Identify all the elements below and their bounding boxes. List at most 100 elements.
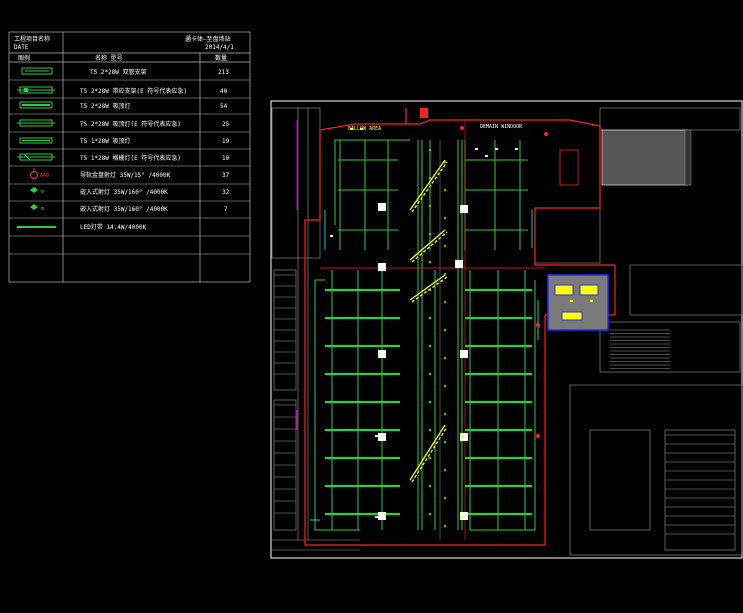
center-marker [428,204,432,208]
legend-row-5: T5 1*28W 格栅灯(E 符号代表应急) 10 [17,153,230,162]
legend-row-qty: 10 [222,155,230,162]
recessed-spot-a-icon: m [30,187,44,195]
legend-row-name: T5 1*28W 吸顶灯 [80,137,131,145]
project-label-line2: DATE [14,44,29,51]
legend-row-name: 导轨金盘射灯 35W/15° /4000K [80,171,171,179]
center-marker [443,188,447,192]
legend-row-9: LED灯带 14.4W/4000K [17,223,147,231]
center-marker [443,328,447,332]
cyan-lines [310,210,539,521]
project-name: 通卡体—至盘场站 [185,35,231,43]
legend-row-qty: 25 [222,121,230,128]
recessed-spot-a-tag: m [41,189,44,195]
top-right-hatched-room [601,129,692,186]
lighting-fixtures [314,139,536,531]
floor-plan-svg: DEMAIN WINDOOR FALLOW AREA [270,100,743,559]
column [378,350,386,358]
floor-plan: DEMAIN WINDOOR FALLOW AREA [270,100,743,560]
recessed-spot-b-tag: m [41,206,44,212]
legend-row-name: T5 2*28W 吸顶灯(E 符号代表应急) [80,120,181,128]
legend-row-8: m 嵌入式射灯 35W/160° /4000K 7 [30,204,228,213]
column [378,433,386,441]
legend-row-qty: 213 [218,69,229,76]
plan-label-left: FALLOW AREA [348,126,381,132]
center-marker [443,272,447,276]
accent-fixture [570,300,573,302]
t5-double-fixture-icon [21,67,53,75]
column [378,203,386,211]
center-marker [428,372,432,376]
accent-fixture [590,300,593,302]
legend-row-name: T5 2*28W 带应支架(E 符号代表应急) [80,87,187,95]
column [460,350,468,358]
center-marker [428,428,432,432]
legend-row-4: T5 1*28W 吸顶灯 19 [19,137,230,145]
header-quantity: 数量 [215,54,227,62]
structural-columns [378,203,468,520]
track-spot-tag: A40 [40,173,49,179]
center-marker [428,260,432,264]
legend-row-1: T5 2*28W 带应支架(E 符号代表应急) 40 [17,86,228,95]
center-marker [443,496,447,500]
header-legend: 图例 [18,54,30,62]
accent-fixture [375,516,378,518]
legend-row-0: T5 2*28W 双管支架 213 [21,67,229,76]
column [378,512,386,520]
center-marker [428,400,432,404]
center-marker [443,216,447,220]
center-marker [443,468,447,472]
project-date: 2014/4/1 [205,44,234,51]
accent-fixture [485,155,488,157]
center-marker [443,384,447,388]
interior-red-lines [320,149,579,269]
legend-table: 工程项目名称 DATE 通卡体—至盘场站 2014/4/1 图例 名称 型号 数… [0,0,260,290]
legend-row-name: 嵌入式射灯 35W/160° /4000K [80,188,168,196]
legend-svg: 工程项目名称 DATE 通卡体—至盘场站 2014/4/1 图例 名称 型号 数… [8,31,251,283]
center-marker [428,512,432,516]
legend-row-3: T5 2*28W 吸顶灯(E 符号代表应急) 25 [17,119,230,128]
column [455,260,463,268]
legend-row-qty: 7 [224,206,228,213]
center-marker [428,316,432,320]
center-marker [428,484,432,488]
legend-row-name: 嵌入式射灯 35W/160° /4000K [80,205,168,213]
t5-double-ceiling-icon [19,101,53,109]
legend-row-2: T5 2*28W 吸顶灯 54 [19,101,228,110]
accent-fixture [475,148,478,150]
accent-fixture [515,148,518,150]
t5-single-bracket-icon [17,153,55,161]
legend-row-name: T5 2*28W 吸顶灯 [80,102,131,110]
track-spot-icon: A40 [30,168,49,179]
legend-row-qty: 32 [222,189,230,196]
ramp-line [411,276,448,303]
center-marker [428,344,432,348]
accent-fixture [375,435,378,437]
center-marker [428,148,432,152]
center-marker [428,456,432,460]
center-marker [428,232,432,236]
accent-fixture [460,516,463,518]
accent-fixture [330,235,333,237]
accent-fixture [495,148,498,150]
center-marker [443,524,447,528]
legend-row-qty: 40 [220,88,228,95]
legend-row-name: T5 1*28W 格栅灯(E 符号代表应急) [80,154,181,162]
t5-single-ceiling-icon [19,137,53,144]
center-marker [443,356,447,360]
t5-double-ceiling-emergency-icon [17,119,55,127]
legend-row-name: LED灯带 14.4W/4000K [80,223,147,231]
column [460,205,468,213]
legend-row-name: T5 2*28W 双管支架 [90,68,147,76]
center-marker [443,440,447,444]
plan-label-top: DEMAIN WINDOOR [480,124,523,130]
blue-restroom [547,274,609,331]
staircase-hatch [274,274,735,535]
center-marker [443,244,447,248]
column [378,263,386,271]
header-name-model: 名称 型号 [95,54,123,62]
center-marker [428,176,432,180]
ramp-line [411,426,448,483]
legend-row-qty: 37 [222,172,230,179]
t5-double-emergency-icon [17,86,55,94]
center-marker [443,412,447,416]
